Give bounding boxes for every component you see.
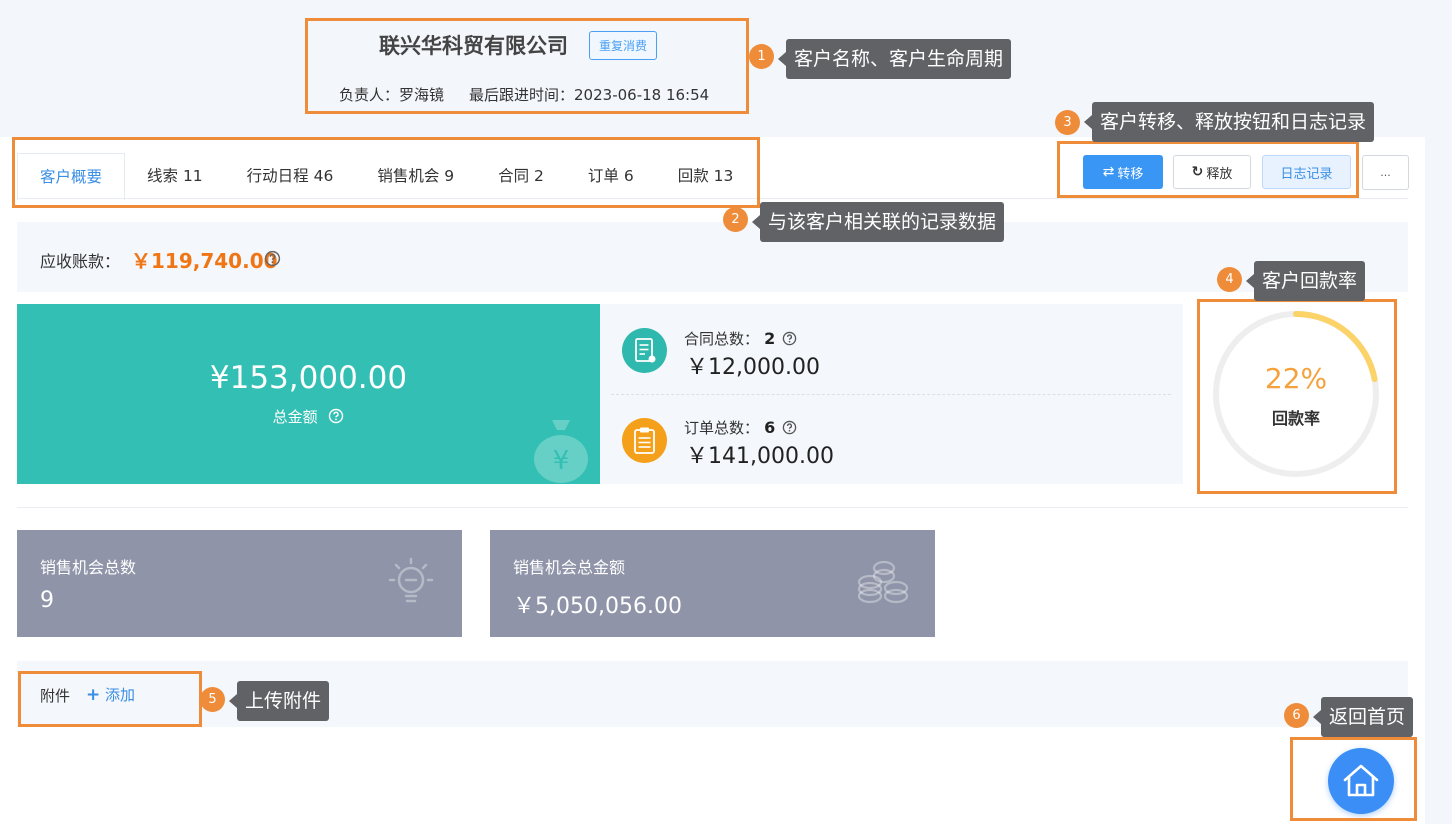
opportunity-amount-title: 销售机会总金额 bbox=[513, 558, 626, 577]
receivable-value: ￥119,740.00 bbox=[131, 249, 278, 273]
callout-number-3: 3 bbox=[1055, 110, 1080, 135]
money-bag-icon: ¥ bbox=[534, 420, 588, 483]
lightbulb-icon bbox=[388, 557, 434, 603]
callout-box-4 bbox=[1197, 299, 1397, 494]
contract-label: 合同总数： bbox=[684, 330, 760, 348]
callout-number-5: 5 bbox=[200, 687, 225, 712]
callout-box-6 bbox=[1290, 737, 1417, 821]
callout-tip-6: 返回首页 bbox=[1312, 697, 1414, 737]
callout-box-5 bbox=[18, 671, 202, 727]
callout-number-2: 2 bbox=[723, 207, 748, 232]
more-button[interactable]: ... bbox=[1362, 155, 1409, 190]
order-count: 6 bbox=[764, 418, 776, 437]
order-icon bbox=[622, 418, 667, 463]
total-amount: ¥153,000.00 bbox=[209, 360, 408, 396]
attachment-row bbox=[17, 661, 1408, 727]
total-amount-card: ¥153,000.00 总金额 ¥ bbox=[17, 304, 600, 484]
coins-icon bbox=[857, 560, 909, 604]
contract-amount: ￥12,000.00 bbox=[686, 355, 820, 380]
callout-tip-4: 客户回款率 bbox=[1245, 261, 1366, 301]
help-icon[interactable] bbox=[264, 250, 281, 267]
receivable-label: 应收账款： bbox=[40, 252, 121, 271]
help-icon[interactable] bbox=[782, 420, 797, 435]
callout-number-1: 1 bbox=[749, 44, 774, 69]
opportunity-count-title: 销售机会总数 bbox=[40, 558, 137, 577]
order-label: 订单总数： bbox=[684, 419, 760, 437]
callout-tip-5: 上传附件 bbox=[228, 681, 330, 721]
contract-icon bbox=[622, 328, 667, 373]
callout-box-2 bbox=[12, 137, 760, 208]
callout-tip-1: 客户名称、客户生命周期 bbox=[777, 39, 1012, 79]
callout-box-3 bbox=[1057, 141, 1359, 198]
stats-divider bbox=[611, 394, 1171, 395]
order-stat: 订单总数： 6 bbox=[684, 417, 797, 438]
callout-box-1 bbox=[305, 18, 749, 114]
opportunity-amount-value: ￥5,050,056.00 bbox=[513, 594, 682, 619]
callout-tip-3: 客户转移、释放按钮和日志记录 bbox=[1083, 102, 1375, 142]
opportunity-count-value: 9 bbox=[40, 588, 54, 613]
contract-stat: 合同总数： 2 bbox=[684, 328, 797, 349]
help-icon[interactable] bbox=[328, 408, 344, 424]
section-divider bbox=[17, 507, 1408, 508]
total-amount-label: 总金额 bbox=[17, 406, 600, 427]
opportunity-amount-card: 销售机会总金额 ￥5,050,056.00 bbox=[490, 530, 935, 637]
callout-number-6: 6 bbox=[1284, 703, 1309, 728]
svg-text:¥: ¥ bbox=[553, 446, 570, 476]
order-amount: ￥141,000.00 bbox=[686, 444, 834, 469]
contract-count: 2 bbox=[764, 329, 776, 348]
help-icon[interactable] bbox=[782, 331, 797, 346]
callout-tip-2: 与该客户相关联的记录数据 bbox=[751, 202, 1005, 242]
opportunity-count-card: 销售机会总数 9 bbox=[17, 530, 462, 637]
callout-number-4: 4 bbox=[1217, 267, 1242, 292]
